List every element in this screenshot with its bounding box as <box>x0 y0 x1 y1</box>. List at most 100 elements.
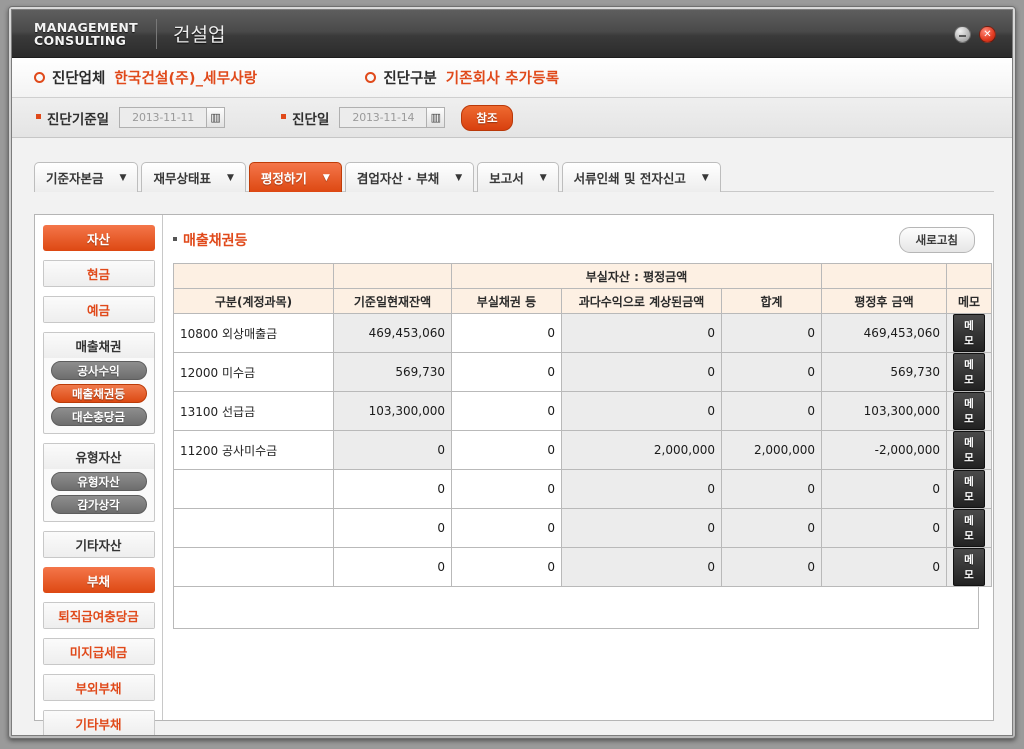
chevron-down-icon[interactable]: ▼ <box>323 173 330 183</box>
cell-account[interactable]: 11200 공사미수금 <box>173 430 334 470</box>
tab-3[interactable]: 겸업자산 · 부채 ▼ <box>344 162 475 192</box>
memo-button[interactable]: 메모 <box>953 392 986 430</box>
sidebar-subitem-매출채권등[interactable]: 매출채권등 <box>50 384 147 403</box>
memo-button[interactable]: 메모 <box>953 314 986 352</box>
column-header-6[interactable]: 메모 <box>946 288 993 314</box>
sidebar-subitem-유형자산[interactable]: 유형자산 <box>50 472 147 491</box>
sidebar-subitem-감가상각[interactable]: 감가상각 <box>50 495 147 514</box>
base-date-input[interactable]: 2013-11-11 ▥ <box>119 107 226 128</box>
sidebar-group-4: 유형자산 유형자산 감가상각 <box>42 443 155 522</box>
diagnosis-date-input[interactable]: 2013-11-14 ▥ <box>339 107 446 128</box>
chevron-down-icon[interactable]: ▼ <box>120 173 127 183</box>
sidebar-subitems: 유형자산감가상각 <box>44 469 154 521</box>
cell-excess-revenue[interactable]: 0 <box>561 508 722 548</box>
tab-2[interactable]: 평정하기 ▼ <box>248 162 342 192</box>
cell-bad-debt[interactable]: 0 <box>451 547 562 587</box>
calendar-icon[interactable]: ▥ <box>206 108 225 127</box>
cell-bad-debt[interactable]: 0 <box>451 469 562 509</box>
chevron-down-icon[interactable]: ▼ <box>702 173 709 183</box>
memo-button[interactable]: 메모 <box>953 353 986 391</box>
cell-base-balance[interactable]: 569,730 <box>333 352 452 392</box>
refresh-button[interactable]: 새로고침 <box>898 227 975 253</box>
calendar-icon[interactable]: ▥ <box>426 108 445 127</box>
cell-base-balance[interactable]: 469,453,060 <box>333 313 452 353</box>
circle-bullet-icon <box>34 72 45 83</box>
tab-5[interactable]: 서류인쇄 및 전자신고 ▼ <box>561 162 721 192</box>
sidebar-item-부채[interactable]: 부채 <box>42 567 155 593</box>
reference-button[interactable]: 참조 <box>461 104 513 131</box>
sidebar-item-유형자산[interactable]: 유형자산 <box>43 444 154 469</box>
memo-button[interactable]: 메모 <box>953 509 986 547</box>
column-header-5[interactable]: 평정후 금액 <box>821 288 948 314</box>
memo-button[interactable]: 메모 <box>953 431 986 469</box>
cell-memo: 메모 <box>946 313 993 353</box>
cell-excess-revenue[interactable]: 0 <box>561 391 722 431</box>
cell-excess-revenue[interactable]: 0 <box>561 469 722 509</box>
sidebar-group-8: 미지급세금 <box>42 638 155 665</box>
type-info-segment: 진단구분 기존회사 추가등록 <box>365 67 559 88</box>
base-date-value: 2013-11-11 <box>132 111 195 124</box>
table-header-blank <box>173 263 334 289</box>
table-row: 0 0 0 0 0 메모 <box>173 469 993 509</box>
sidebar-item-매출채권[interactable]: 매출채권 <box>43 333 154 358</box>
diagnosis-date-value: 2013-11-14 <box>352 111 415 124</box>
tab-4[interactable]: 보고서 ▼ <box>477 162 559 192</box>
sidebar-item-기타자산[interactable]: 기타자산 <box>43 532 154 557</box>
cell-account[interactable] <box>173 508 334 548</box>
chevron-down-icon[interactable]: ▼ <box>455 173 462 183</box>
close-icon[interactable]: ✕ <box>979 26 996 43</box>
cell-bad-debt[interactable]: 0 <box>451 313 562 353</box>
sidebar-item-부외부채[interactable]: 부외부채 <box>43 675 154 700</box>
cell-excess-revenue[interactable]: 0 <box>561 352 722 392</box>
column-header-2[interactable]: 부실채권 등 <box>451 288 562 314</box>
cell-base-balance[interactable]: 0 <box>333 547 452 587</box>
cell-bad-debt[interactable]: 0 <box>451 508 562 548</box>
sidebar-item-기타부채[interactable]: 기타부채 <box>43 711 154 735</box>
cell-account[interactable]: 12000 미수금 <box>173 352 334 392</box>
column-header-0[interactable]: 구분(계정과목) <box>173 288 334 314</box>
diagnosis-date-label: 진단일 <box>292 111 330 128</box>
base-date-segment: 진단기준일 2013-11-11 ▥ <box>36 107 226 128</box>
cell-bad-debt[interactable]: 0 <box>451 352 562 392</box>
table-column-header-row: 구분(계정과목) 기준일현재잔액 부실채권 등 과다수익으로 계상된금액 합계 평정후 금… <box>173 288 993 314</box>
cell-account[interactable] <box>173 547 334 587</box>
cell-bad-debt[interactable]: 0 <box>451 430 562 470</box>
cell-after-assessment: 0 <box>821 469 948 509</box>
cell-excess-revenue[interactable]: 2,000,000 <box>561 430 722 470</box>
sidebar-item-자산[interactable]: 자산 <box>42 225 155 251</box>
cell-base-balance[interactable]: 103,300,000 <box>333 391 452 431</box>
sidebar-item-현금[interactable]: 현금 <box>43 261 154 286</box>
cell-after-assessment: 0 <box>821 547 948 587</box>
page-title: 매출채권등 <box>173 230 247 250</box>
tab-0[interactable]: 기준자본금 ▼ <box>34 162 139 192</box>
cell-account[interactable]: 10800 외상매출금 <box>173 313 334 353</box>
cell-memo: 메모 <box>946 352 993 392</box>
cell-account[interactable]: 13100 선급금 <box>173 391 334 431</box>
memo-button[interactable]: 메모 <box>953 548 986 586</box>
cell-base-balance[interactable]: 0 <box>333 430 452 470</box>
sidebar-item-퇴직급여충당금[interactable]: 퇴직급여충당금 <box>43 603 154 628</box>
chevron-down-icon[interactable]: ▼ <box>227 173 234 183</box>
minimize-icon[interactable] <box>954 26 971 43</box>
sidebar-subitem-공사수익[interactable]: 공사수익 <box>50 361 147 380</box>
table-header-blank <box>946 263 993 289</box>
column-header-1[interactable]: 기준일현재잔액 <box>333 288 452 314</box>
table-row: 12000 미수금 569,730 0 0 0 569,730 메모 <box>173 352 993 392</box>
cell-total: 0 <box>720 313 823 353</box>
tab-1[interactable]: 재무상태표 ▼ <box>141 162 246 192</box>
cell-account[interactable] <box>173 469 334 509</box>
column-header-4[interactable]: 합계 <box>720 288 823 314</box>
cell-base-balance[interactable]: 0 <box>333 508 452 548</box>
sidebar-item-예금[interactable]: 예금 <box>43 297 154 322</box>
cell-bad-debt[interactable]: 0 <box>451 391 562 431</box>
sidebar-item-미지급세금[interactable]: 미지급세금 <box>43 639 154 664</box>
table-row: 0 0 0 0 0 메모 <box>173 508 993 548</box>
cell-excess-revenue[interactable]: 0 <box>561 313 722 353</box>
cell-base-balance[interactable]: 0 <box>333 469 452 509</box>
sidebar-subitem-대손충당금[interactable]: 대손충당금 <box>50 407 147 426</box>
column-header-3[interactable]: 과다수익으로 계상된금액 <box>561 288 722 314</box>
chevron-down-icon[interactable]: ▼ <box>540 173 547 183</box>
cell-excess-revenue[interactable]: 0 <box>561 547 722 587</box>
cell-total: 0 <box>720 352 823 392</box>
memo-button[interactable]: 메모 <box>953 470 986 508</box>
